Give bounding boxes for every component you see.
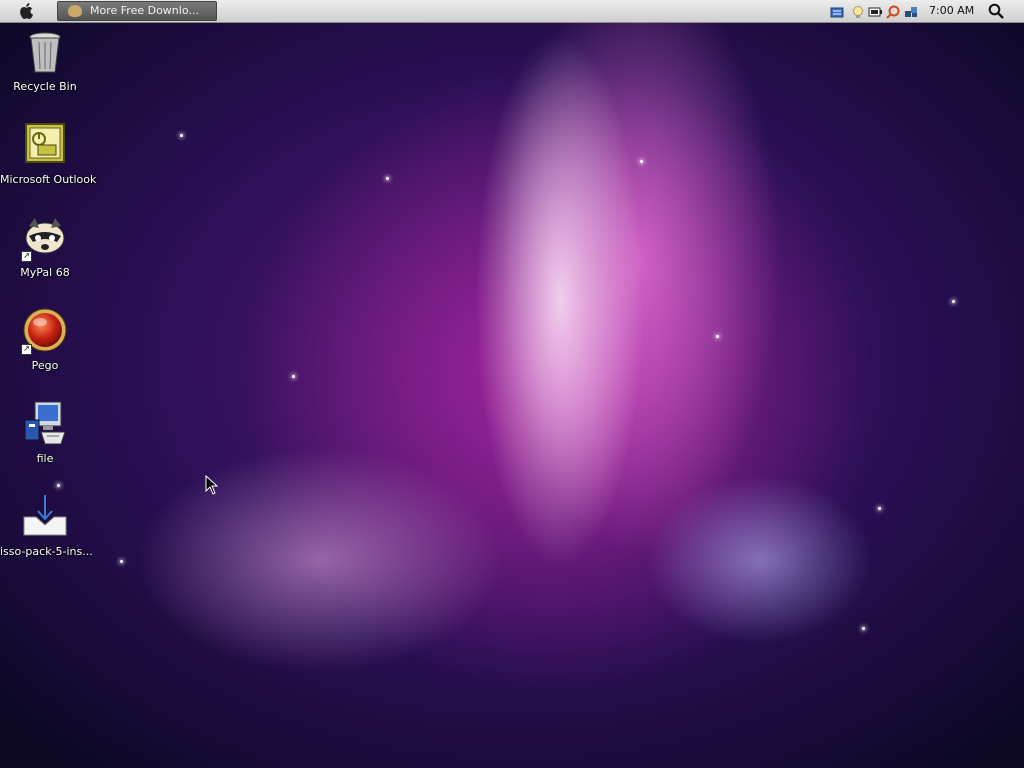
raccoon-icon xyxy=(68,5,82,17)
star xyxy=(120,560,123,563)
desktop-icon-mypal-68[interactable]: ↗ MyPal 68 xyxy=(0,214,90,279)
installer-file-icon xyxy=(21,400,69,448)
star xyxy=(862,627,865,630)
desktop[interactable]: More Free Downlo... 7:00 AM Recycle Bin … xyxy=(0,0,1024,768)
desktop-icon-label: Microsoft Outlook xyxy=(0,173,97,186)
shortcut-arrow-icon: ↗ xyxy=(21,251,32,262)
desktop-icon-label: isso-pack-5-ins... xyxy=(0,545,93,558)
desktop-icon-label: MyPal 68 xyxy=(20,266,70,279)
taskbar-window-button[interactable]: More Free Downlo... xyxy=(57,1,217,21)
shortcut-arrow-icon: ↗ xyxy=(21,344,32,355)
star xyxy=(386,177,389,180)
taskbar-window-label: More Free Downlo... xyxy=(90,4,199,17)
star xyxy=(292,375,295,378)
spotlight-search-icon[interactable] xyxy=(988,3,1004,19)
menu-clock[interactable]: 7:00 AM xyxy=(929,4,974,17)
desktop-icon-file[interactable]: file xyxy=(0,400,90,465)
star xyxy=(952,300,955,303)
pego-icon: ↗ xyxy=(21,307,69,355)
desktop-icon-label: Recycle Bin xyxy=(13,80,77,93)
search-magnifier-icon[interactable] xyxy=(886,4,900,19)
desktop-icon-isso-pack[interactable]: isso-pack-5-ins... xyxy=(0,493,93,558)
star xyxy=(716,335,719,338)
outlook-icon xyxy=(21,121,69,169)
desktop-icon-label: Pego xyxy=(31,359,59,372)
download-package-icon xyxy=(21,493,69,541)
star xyxy=(640,160,643,163)
star xyxy=(180,134,183,137)
network-icon[interactable] xyxy=(904,4,918,18)
desktop-icon-microsoft-outlook[interactable]: Microsoft Outlook xyxy=(0,121,97,186)
desktop-icon-label: file xyxy=(36,452,54,465)
star xyxy=(878,507,881,510)
desktop-icon-recycle-bin[interactable]: Recycle Bin xyxy=(0,28,90,93)
menu-bar: More Free Downlo... 7:00 AM xyxy=(0,0,1024,23)
lightbulb-icon[interactable] xyxy=(851,4,865,18)
star xyxy=(57,484,60,487)
battery-icon[interactable] xyxy=(868,4,882,18)
apple-logo-icon[interactable] xyxy=(18,2,36,20)
mypal-raccoon-icon: ↗ xyxy=(21,214,69,262)
desktop-icon-pego[interactable]: ↗ Pego xyxy=(0,307,90,372)
recycle-bin-icon xyxy=(21,28,69,76)
keyboard-icon[interactable] xyxy=(830,4,844,18)
